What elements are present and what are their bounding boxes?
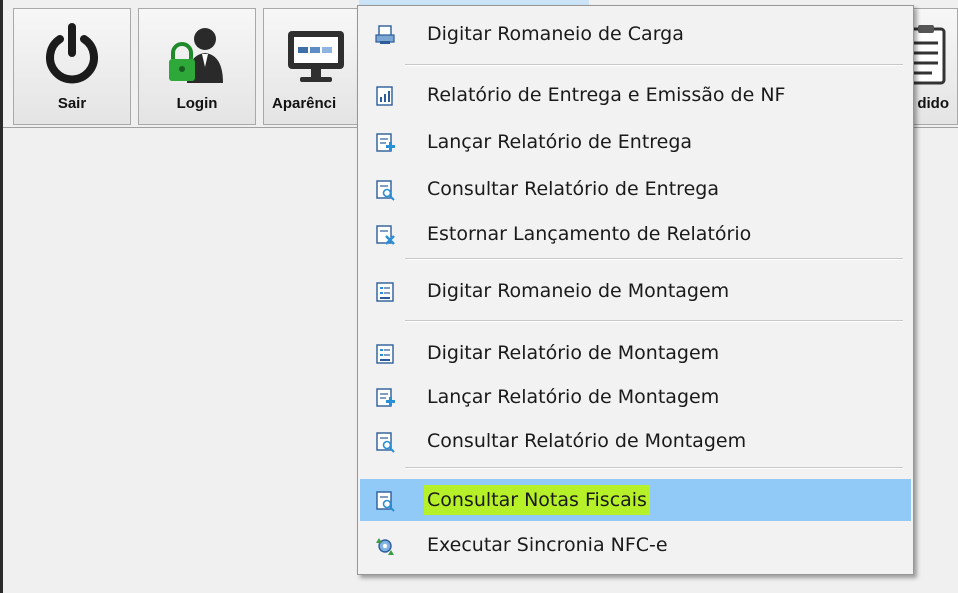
menu-separator bbox=[405, 64, 903, 66]
menu-item-consultar-relatorio-montagem[interactable]: Consultar Relatório de Montagem bbox=[360, 420, 911, 462]
dropdown-menu: Digitar Romaneio de Carga Relatório de E… bbox=[357, 5, 914, 575]
menu-item-digitar-romaneio-montagem[interactable]: Digitar Romaneio de Montagem bbox=[360, 270, 911, 312]
menu-item-label: Digitar Relatório de Montagem bbox=[427, 342, 720, 364]
doc-reverse-icon bbox=[376, 225, 395, 245]
monitor-icon bbox=[288, 31, 344, 82]
menu-item-label: Digitar Romaneio de Montagem bbox=[427, 280, 730, 302]
menu-separator bbox=[405, 467, 903, 469]
menu-separator bbox=[405, 258, 903, 260]
doc-list-icon bbox=[376, 344, 394, 364]
menu-item-label: Relatório de Entrega e Emissão de NF bbox=[427, 84, 786, 106]
menu-item-consultar-relatorio-entrega[interactable]: Consultar Relatório de Entrega bbox=[360, 168, 911, 210]
menu-item-consultar-notas-fiscais[interactable]: Consultar Notas Fiscais bbox=[360, 479, 911, 521]
aparencia-button[interactable]: Aparênci bbox=[263, 8, 363, 125]
doc-add-icon bbox=[376, 388, 395, 407]
doc-add-icon bbox=[376, 133, 395, 152]
login-button[interactable]: Login bbox=[138, 8, 256, 125]
menu-item-label: Consultar Relatório de Entrega bbox=[427, 178, 719, 200]
doc-search-icon bbox=[376, 180, 395, 201]
menu-item-digitar-romaneio-carga[interactable]: Digitar Romaneio de Carga bbox=[360, 13, 911, 55]
user-lock-icon bbox=[169, 28, 223, 83]
menu-item-label: Consultar Notas Fiscais bbox=[424, 485, 650, 515]
sair-label: Sair bbox=[57, 95, 87, 112]
menu-item-relatorio-entrega-nf[interactable]: Relatório de Entrega e Emissão de NF bbox=[360, 74, 911, 116]
report-chart-icon bbox=[376, 86, 393, 106]
menu-item-lancar-relatorio-entrega[interactable]: Lançar Relatório de Entrega bbox=[360, 121, 911, 163]
menu-item-label: Executar Sincronia NFC-e bbox=[427, 534, 668, 556]
menu-item-estornar-lancamento[interactable]: Estornar Lançamento de Relatório bbox=[360, 213, 911, 255]
login-label: Login bbox=[176, 95, 218, 112]
sync-gear-icon bbox=[376, 538, 394, 555]
menu-separator bbox=[405, 320, 903, 322]
doc-search-icon bbox=[376, 491, 395, 512]
printer-doc-icon bbox=[375, 25, 395, 44]
menu-item-label: Lançar Relatório de Montagem bbox=[427, 386, 720, 408]
menu-item-digitar-relatorio-montagem[interactable]: Digitar Relatório de Montagem bbox=[360, 332, 911, 374]
menu-item-label: Lançar Relatório de Entrega bbox=[427, 131, 693, 153]
sair-button[interactable]: Sair bbox=[13, 8, 131, 125]
doc-search-icon bbox=[376, 432, 395, 453]
power-icon bbox=[46, 23, 98, 84]
menu-item-label: Digitar Romaneio de Carga bbox=[427, 23, 684, 45]
doc-list-icon bbox=[376, 282, 394, 302]
menu-item-label: Consultar Relatório de Montagem bbox=[427, 430, 747, 452]
aparencia-label: Aparênci bbox=[272, 95, 337, 112]
menu-item-lancar-relatorio-montagem[interactable]: Lançar Relatório de Montagem bbox=[360, 376, 911, 418]
menu-item-label: Estornar Lançamento de Relatório bbox=[427, 223, 752, 245]
menu-item-executar-sincronia-nfce[interactable]: Executar Sincronia NFC-e bbox=[360, 524, 911, 566]
